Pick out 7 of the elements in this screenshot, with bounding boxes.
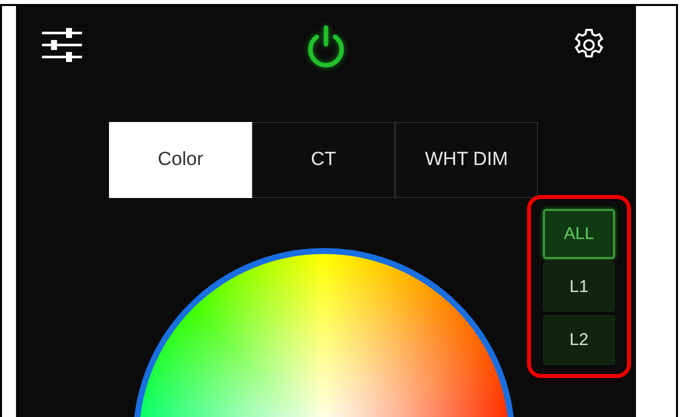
mode-tab[interactable]: WHT DIM xyxy=(395,122,538,198)
zone-button[interactable]: L1 xyxy=(543,262,615,312)
mode-tab[interactable]: Color xyxy=(109,122,252,198)
sliders-icon[interactable] xyxy=(42,28,82,62)
zone-button[interactable]: ALL xyxy=(543,209,615,259)
mode-tab[interactable]: CT xyxy=(252,122,395,198)
zone-button[interactable]: L2 xyxy=(543,315,615,365)
